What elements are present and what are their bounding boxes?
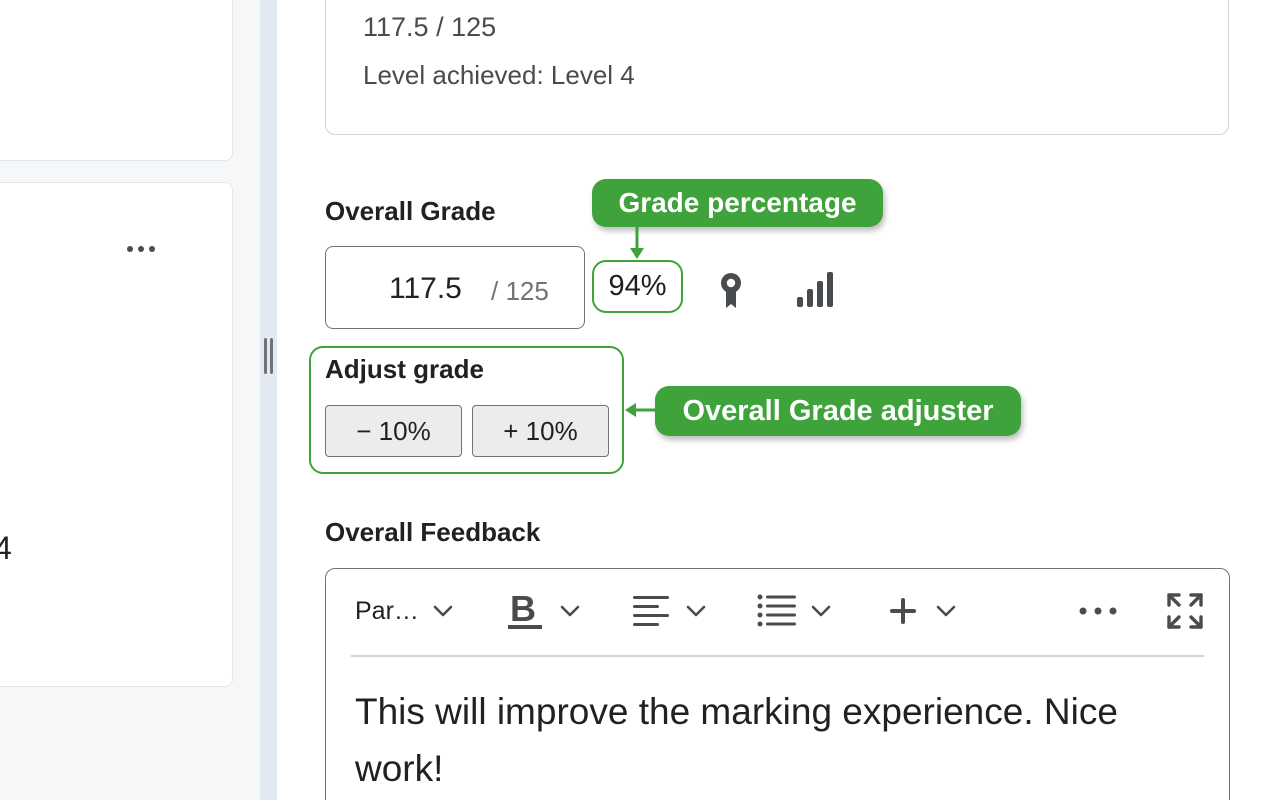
adjust-grade-label: Adjust grade (325, 354, 484, 384)
fullscreen-icon (1167, 593, 1203, 629)
format-dropdown[interactable]: Par… (355, 588, 453, 634)
alignment-button[interactable] (632, 588, 706, 634)
callout-grade-adjuster: Overall Grade adjuster (655, 386, 1021, 436)
chevron-down-icon (811, 605, 831, 617)
left-card-partial-text: 4 (0, 530, 12, 566)
chevron-down-icon (433, 605, 453, 617)
callout-grade-percentage: Grade percentage (592, 179, 883, 227)
grade-out-of: / 125 (491, 276, 549, 306)
left-card-top (0, 0, 233, 161)
rubric-score: 117.5 / 125 (363, 12, 497, 42)
award-icon[interactable] (718, 270, 744, 310)
grade-value[interactable]: 117.5 (389, 272, 462, 306)
grade-percentage: 94% (592, 260, 683, 313)
overall-grade-input[interactable]: 117.5 / 125 (325, 246, 585, 329)
align-left-icon (633, 596, 669, 626)
rubric-level-achieved: Level achieved: Level 4 (363, 60, 635, 90)
left-pane: 4 (0, 0, 260, 800)
bulleted-list-icon (757, 594, 796, 627)
format-dropdown-label: Par… (355, 596, 419, 625)
chevron-down-icon (936, 605, 956, 617)
more-toolbar-button[interactable] (1078, 588, 1118, 634)
grade-statistics-icon[interactable] (794, 270, 836, 308)
pane-splitter[interactable] (260, 0, 277, 800)
plus-icon (890, 598, 916, 624)
insert-button[interactable] (888, 588, 956, 634)
bold-button[interactable]: B (506, 588, 580, 634)
chevron-down-icon (686, 605, 706, 617)
toolbar-divider (351, 655, 1204, 657)
left-card-main (0, 182, 233, 687)
decrease-grade-button[interactable]: − 10% (325, 405, 462, 457)
more-options-icon[interactable] (120, 235, 162, 263)
bold-icon: B (508, 591, 542, 629)
list-button[interactable] (757, 588, 831, 634)
feedback-text[interactable]: This will improve the marking experience… (355, 683, 1205, 797)
drag-handle-icon[interactable] (263, 338, 273, 374)
overall-grade-label: Overall Grade (325, 196, 496, 226)
overall-feedback-label: Overall Feedback (325, 517, 541, 547)
more-horizontal-icon (1079, 607, 1117, 615)
svg-text:B: B (510, 591, 536, 629)
fullscreen-button[interactable] (1166, 588, 1204, 634)
increase-grade-button[interactable]: + 10% (472, 405, 609, 457)
chevron-down-icon (560, 605, 580, 617)
